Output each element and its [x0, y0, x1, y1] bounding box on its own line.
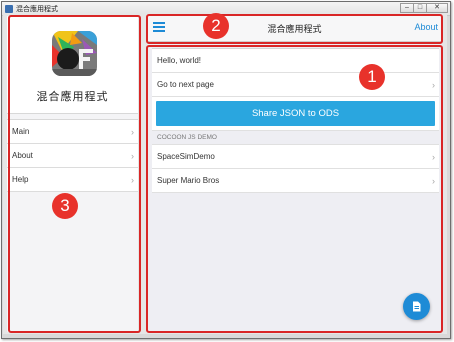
- minimize-button[interactable]: –: [400, 3, 414, 13]
- annotation-box-2: [146, 14, 443, 44]
- annotation-badge-2: 2: [203, 13, 229, 39]
- close-button[interactable]: ✕: [426, 3, 448, 13]
- window-title: 混合應用程式: [16, 6, 58, 13]
- annotation-box-3: [8, 15, 141, 333]
- window-controls: – □ ✕: [400, 3, 448, 14]
- app-icon: [5, 5, 13, 13]
- annotation-badge-1: 1: [359, 64, 385, 90]
- annotation-badge-3: 3: [52, 193, 78, 219]
- annotation-box-1: [146, 45, 443, 333]
- maximize-button[interactable]: □: [413, 3, 427, 13]
